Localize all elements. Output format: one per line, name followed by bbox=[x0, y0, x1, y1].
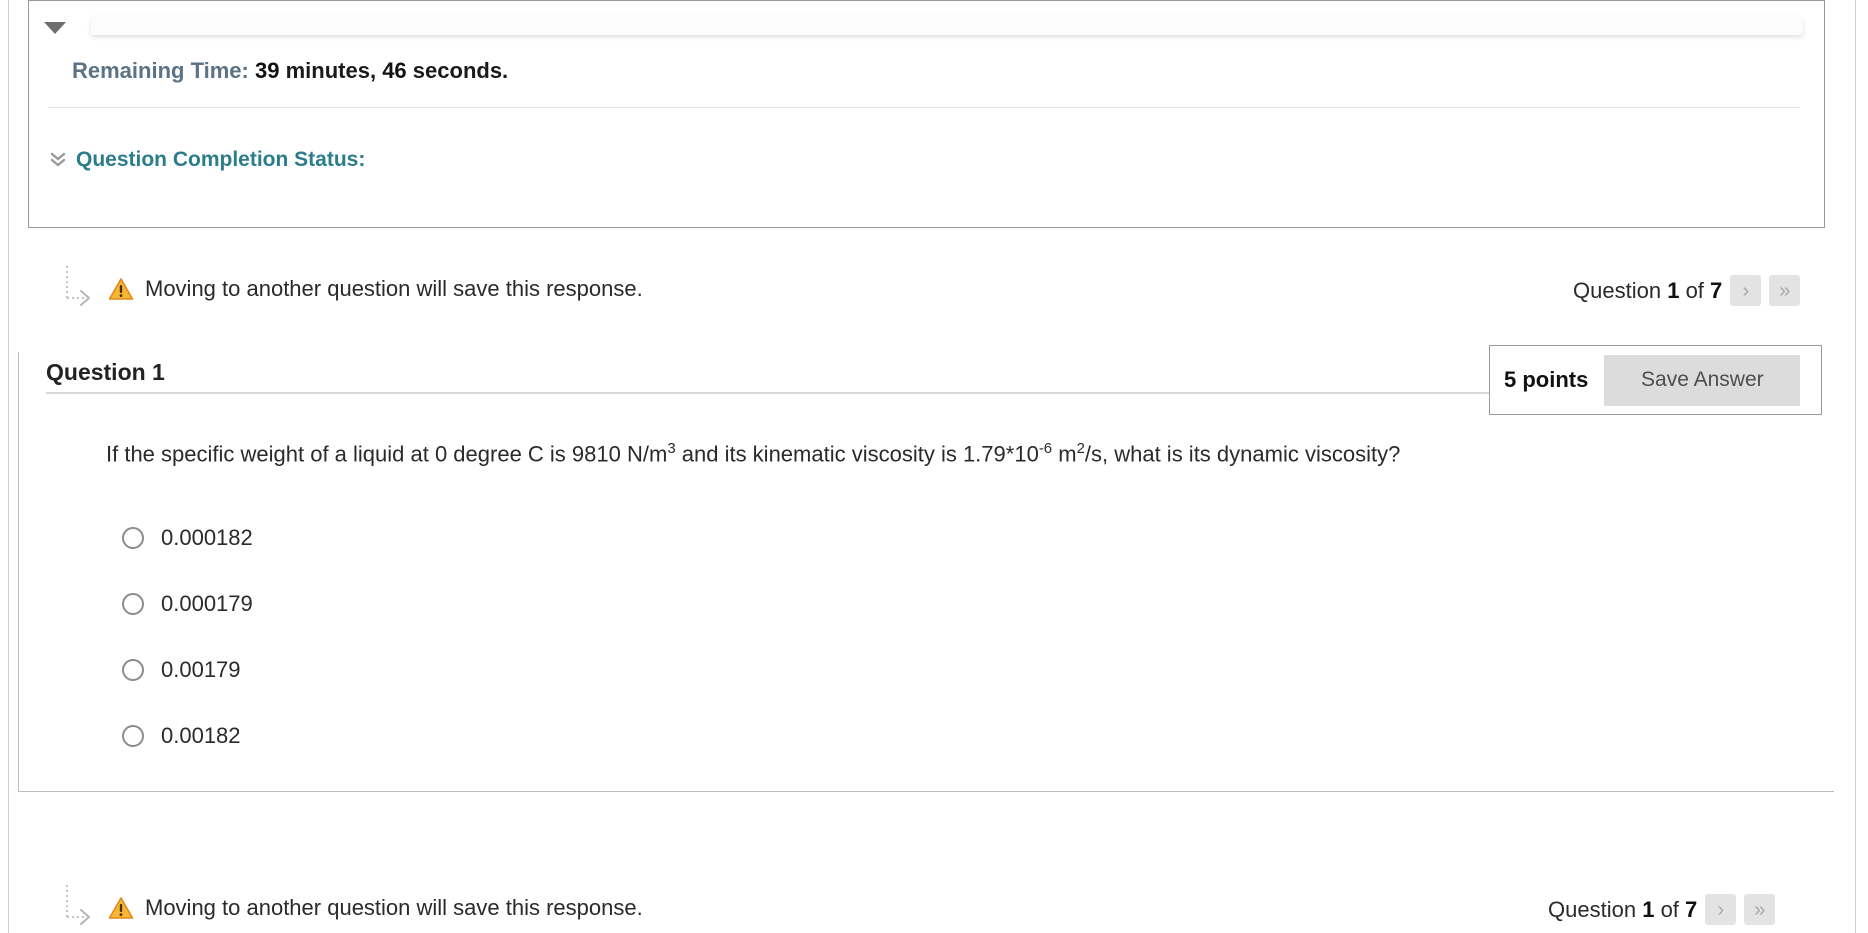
radio-button-icon[interactable] bbox=[122, 659, 144, 681]
option-row[interactable]: 0.000182 bbox=[122, 505, 253, 571]
option-label: 0.000182 bbox=[161, 525, 253, 550]
answer-options: 0.000182 0.000179 0.00179 0.00182 bbox=[122, 505, 253, 769]
question-nav-label-top: Question 1 of 7 bbox=[1573, 278, 1722, 304]
radio-button-icon[interactable] bbox=[122, 593, 144, 615]
dotted-arrow-icon bbox=[62, 885, 96, 931]
question-text-sup1: 3 bbox=[667, 440, 676, 457]
qnav-total: 7 bbox=[1710, 277, 1723, 303]
question-completion-status-toggle[interactable]: Question Completion Status: bbox=[50, 148, 365, 172]
option-label: 0.000179 bbox=[161, 591, 253, 616]
points-box: 5 points Save Answer bbox=[1489, 345, 1822, 415]
question-nav-label-bottom: Question 1 of 7 bbox=[1548, 897, 1697, 923]
chevron-right-icon[interactable]: › bbox=[1730, 275, 1762, 306]
qnav-current: 1 bbox=[1642, 896, 1655, 922]
panel-tab-bar bbox=[91, 15, 1803, 35]
question-nav-bottom: Question 1 of 7 › » bbox=[1548, 894, 1776, 925]
chevron-double-right-icon[interactable]: » bbox=[1744, 894, 1776, 925]
page-left-rule bbox=[8, 0, 9, 933]
question-text-sup2: -6 bbox=[1038, 440, 1053, 457]
question-text-part4: /s, what is its dynamic viscosity? bbox=[1084, 441, 1401, 467]
question-container bbox=[18, 352, 1834, 792]
dotted-arrow-icon bbox=[62, 266, 96, 312]
question-nav-top: Question 1 of 7 › » bbox=[1573, 275, 1801, 306]
quiz-page: Remaining Time: 39 minutes, 46 seconds. … bbox=[0, 0, 1868, 933]
page-right-rule bbox=[1855, 0, 1856, 933]
question-title-rule bbox=[46, 392, 1509, 394]
qnav-prefix: Question bbox=[1573, 277, 1662, 303]
question-text-sup3: 2 bbox=[1076, 440, 1085, 457]
remaining-time-label: Remaining Time: bbox=[72, 58, 249, 83]
page-title: Question 1 bbox=[46, 359, 165, 385]
chevron-right-icon[interactable]: › bbox=[1705, 894, 1737, 925]
caret-down-icon[interactable] bbox=[44, 22, 66, 34]
option-row[interactable]: 0.000179 bbox=[122, 571, 253, 637]
qnav-prefix: Question bbox=[1548, 896, 1637, 922]
option-row[interactable]: 0.00179 bbox=[122, 637, 253, 703]
qnav-middle: of bbox=[1660, 896, 1679, 922]
remaining-time-minutes-unit: minutes, bbox=[285, 58, 377, 83]
qnav-total: 7 bbox=[1685, 896, 1698, 922]
warning-triangle-icon bbox=[108, 277, 134, 301]
question-text: If the specific weight of a liquid at 0 … bbox=[106, 440, 1400, 467]
remaining-time: Remaining Time: 39 minutes, 46 seconds. bbox=[72, 58, 508, 84]
chevron-double-right-icon[interactable]: » bbox=[1769, 275, 1801, 306]
radio-button-icon[interactable] bbox=[122, 527, 144, 549]
question-completion-status-label: Question Completion Status: bbox=[76, 148, 366, 171]
panel-divider bbox=[48, 107, 1800, 108]
remaining-time-minutes: 39 bbox=[254, 58, 280, 83]
radio-button-icon[interactable] bbox=[122, 725, 144, 747]
question-text-part1: If the specific weight of a liquid at 0 … bbox=[106, 441, 668, 467]
chevron-double-down-icon bbox=[50, 150, 66, 170]
warning-text: Moving to another question will save thi… bbox=[145, 276, 643, 301]
option-label: 0.00179 bbox=[161, 657, 241, 682]
remaining-time-seconds: 46 bbox=[382, 58, 407, 83]
warning-text: Moving to another question will save thi… bbox=[145, 895, 643, 920]
points-label: 5 points bbox=[1504, 367, 1589, 392]
question-text-part2: and its kinematic viscosity is 1.79*10 bbox=[675, 441, 1039, 467]
warning-row-bottom: Moving to another question will save thi… bbox=[62, 885, 643, 931]
qnav-current: 1 bbox=[1667, 277, 1680, 303]
warning-triangle-icon bbox=[108, 896, 134, 920]
qnav-middle: of bbox=[1685, 277, 1704, 303]
status-panel bbox=[28, 0, 1825, 228]
option-row[interactable]: 0.00182 bbox=[122, 703, 253, 769]
option-label: 0.00182 bbox=[161, 723, 241, 748]
remaining-time-seconds-unit: seconds. bbox=[412, 58, 509, 83]
warning-row-top: Moving to another question will save thi… bbox=[62, 266, 643, 312]
save-answer-button[interactable]: Save Answer bbox=[1604, 354, 1801, 406]
question-text-part3: m bbox=[1052, 441, 1077, 467]
